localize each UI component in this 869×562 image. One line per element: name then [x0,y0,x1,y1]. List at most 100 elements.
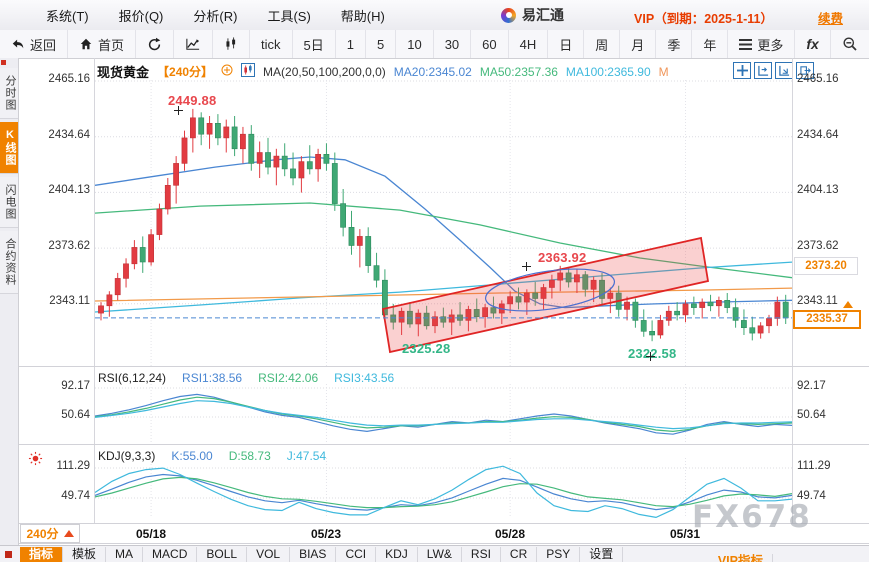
period-button-2[interactable]: 1 [336,30,366,58]
candle-chart-mode-button[interactable] [213,30,250,58]
price-axis-label-right: 2404.13 [797,184,857,196]
indicator-tab-2[interactable]: VIP指标 [709,554,773,562]
rsi-chart[interactable] [95,384,792,443]
sidebar-tab-1[interactable]: K线图 [0,122,18,174]
price-axis-label-right: 2465.16 [797,73,857,85]
x-axis-zoom-icon[interactable] [754,62,772,79]
ma200-value-truncated: M [659,65,669,79]
mini-candle-icon[interactable] [241,63,255,80]
price-axis-label-right: 2434.64 [797,129,857,141]
home-icon [79,37,93,51]
period-button-8[interactable]: 日 [548,30,584,58]
indicator-tab-7[interactable]: BIAS [290,547,336,562]
period-button-7[interactable]: 4H [509,30,549,58]
menu-item-3[interactable]: 工具(S) [267,6,310,25]
zoom-out-button[interactable] [831,30,869,58]
indicator-tab-bar: 指标模板 VIP指标 MAMACDBOLLVOLBIASCCIKDJLW&RSICR… [0,545,869,562]
period-button-5[interactable]: 30 [434,30,471,58]
period-button-9[interactable]: 周 [584,30,620,58]
sidebar-tab-3[interactable]: 合约资料 [0,231,18,294]
line-chart-icon [185,37,201,51]
indicator-tab-0[interactable]: 指标 [20,547,63,562]
price-axis-label: 2434.64 [34,129,90,141]
indicator-tab-14[interactable]: 设置 [580,547,623,562]
rsi-axis-label-right: 92.17 [797,380,857,392]
app-logo-icon [501,8,516,23]
sidebar-tab-0[interactable]: 分时图 [0,68,18,119]
price-axis-label: 2404.13 [34,184,90,196]
indicator-tab-5[interactable]: BOLL [197,547,247,562]
app-logo: 易汇通 [501,0,564,30]
period-button-1[interactable]: 5日 [293,30,336,58]
period-button-3[interactable]: 5 [366,30,396,58]
more-button[interactable]: 更多 [728,30,795,58]
indicator-tab-1[interactable]: 模板 [63,547,106,562]
refresh-icon [147,37,162,52]
menu-item-1[interactable]: 报价(Q) [119,6,164,25]
menu-item-4[interactable]: 帮助(H) [341,6,385,25]
fx678-watermark: FX678 [692,499,812,535]
back-button[interactable]: 返回 [0,30,68,58]
ma50-value: MA50:2357.36 [480,65,558,79]
refresh-button[interactable] [136,30,174,58]
ma20-value: MA20:2345.02 [394,65,472,79]
home-button[interactable]: 首页 [68,30,136,58]
price-up-arrow-icon [843,301,853,308]
formula-button[interactable]: fx [795,30,830,58]
drawing-anchor-cross[interactable] [646,352,655,361]
home-button-label: 首页 [98,35,124,54]
indicator-tab-11[interactable]: RSI [462,547,501,562]
main-rsi-divider[interactable] [19,366,869,367]
indicator-tab-3[interactable]: MA [106,547,143,562]
rsi-kdj-divider[interactable] [19,444,869,445]
price-axis-label: 2465.16 [34,73,90,85]
vip-renew-link[interactable]: 续费 [818,8,843,27]
indicator-tab-9[interactable]: KDJ [376,547,418,562]
expand-triangle-icon [64,530,74,537]
menu-item-0[interactable]: 系统(T) [46,6,89,25]
indicator-tabs: 指标模板VIP指标MAMACDBOLLVOLBIASCCIKDJLW&RSICR… [20,547,623,562]
period-button-10[interactable]: 月 [620,30,656,58]
y-axis-zoom-icon[interactable] [775,62,793,79]
corner-red-marker [5,551,12,558]
period-button-0[interactable]: tick [250,30,293,58]
kdj-axis-label-right: 111.29 [797,460,857,472]
current-price-badge: 2335.37 [793,310,861,329]
drawing-anchor-cross[interactable] [174,106,183,115]
indicator-tab-8[interactable]: CCI [336,547,376,562]
vip-expiry-label: VIP（到期：2025-1-11） [634,8,773,27]
circled-plus-icon[interactable] [221,64,233,79]
magnifier-minus-icon [842,36,858,52]
more-button-label: 更多 [757,35,783,54]
instrument-period: 【240分】 [157,63,213,80]
fx-icon: fx [806,36,818,52]
period-button-12[interactable]: 年 [692,30,728,58]
line-chart-mode-button[interactable] [174,30,213,58]
indicator-tab-13[interactable]: PSY [537,547,580,562]
indicator-tab-4[interactable]: MACD [143,547,197,562]
main-menus: 系统(T) 报价(Q) 分析(R) 工具(S) 帮助(H) [46,0,385,30]
indicator-tab-10[interactable]: LW& [418,547,462,562]
back-arrow-icon [11,37,25,51]
drawing-anchor-cross[interactable] [522,262,531,271]
period-button-11[interactable]: 季 [656,30,692,58]
date-axis-label: 05/23 [303,527,349,541]
indicator-tab-12[interactable]: CR [501,547,537,562]
kdj-axis-label: 111.29 [34,460,90,472]
period-selector-button[interactable]: 240分 [20,524,80,543]
period-button-4[interactable]: 10 [396,30,433,58]
rsi2-value: RSI2:42.06 [258,371,318,385]
kdj-chart[interactable] [95,458,792,518]
indicator-tab-6[interactable]: VOL [247,547,290,562]
menu-item-2[interactable]: 分析(R) [193,6,237,25]
rsi-title[interactable]: RSI(6,12,24) [98,371,166,385]
period-button-6[interactable]: 60 [471,30,508,58]
trading-app-window: 系统(T) 报价(Q) 分析(R) 工具(S) 帮助(H) 易汇通 VIP（到期：202… [0,0,869,562]
plot-right-border [792,58,793,523]
more-menu-icon [739,39,752,50]
candlestick-icon [224,37,238,51]
main-price-chart[interactable] [95,80,792,366]
sidebar-tab-2[interactable]: 闪电图 [0,177,18,228]
rsi-axis-label-right: 50.64 [797,409,857,421]
crosshair-move-icon[interactable] [733,62,751,79]
